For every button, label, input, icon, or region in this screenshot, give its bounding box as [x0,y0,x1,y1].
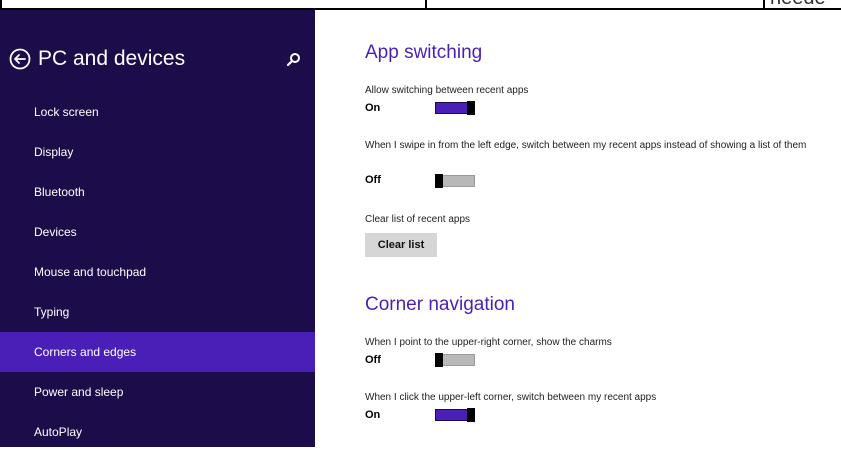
section-title-corner-navigation: Corner navigation [365,294,515,315]
table-divider [425,0,427,10]
sidebar-item-lock-screen[interactable]: Lock screen [0,92,315,132]
page-title: PC and devices [38,47,186,70]
sidebar-item-display[interactable]: Display [0,132,315,172]
toggle-swipe-left[interactable] [435,174,475,188]
sidebar-item-corners-and-edges[interactable]: Corners and edges [0,332,315,372]
clear-list-button[interactable]: Clear list [365,233,437,257]
setting-label-upper-left: When I click the upper-left corner, swit… [365,392,657,403]
sidebar-item-devices[interactable]: Devices [0,212,315,252]
toggle-upper-left-switch[interactable] [435,408,475,422]
sidebar-header: PC and devices [8,44,185,74]
toggle-allow-switching[interactable] [435,101,475,115]
state-text-upper-left: On [365,409,381,421]
search-icon [286,53,300,67]
state-text-allow-switching: On [365,102,381,114]
main-content: App switching Allow switching between re… [315,10,841,447]
section-title-app-switching: App switching [365,42,483,63]
cropped-table-text: neede [770,0,826,8]
sidebar-item-autoplay[interactable]: AutoPlay [0,412,315,452]
setting-label-upper-right: When I point to the upper-right corner, … [365,337,612,348]
setting-label-clear-list: Clear list of recent apps [365,214,471,225]
sidebar-item-bluetooth[interactable]: Bluetooth [0,172,315,212]
state-text-swipe-left: Off [365,174,381,186]
back-button[interactable] [8,47,32,71]
table-divider [0,0,2,10]
setting-label-allow-switching: Allow switching between recent apps [365,85,529,96]
sidebar-item-power-and-sleep[interactable]: Power and sleep [0,372,315,412]
search-button[interactable] [284,50,304,70]
sidebar-item-typing[interactable]: Typing [0,292,315,332]
toggle-upper-right-charms[interactable] [435,353,475,367]
sidebar: PC and devices Lock screen Display Bluet… [0,10,315,447]
sidebar-item-mouse-and-touchpad[interactable]: Mouse and touchpad [0,252,315,292]
setting-label-swipe-left: When I swipe in from the left edge, swit… [365,140,807,151]
table-divider [763,0,765,10]
state-text-upper-right: Off [365,354,381,366]
top-table-strip: neede [0,0,841,10]
back-arrow-circle-icon [9,48,31,70]
